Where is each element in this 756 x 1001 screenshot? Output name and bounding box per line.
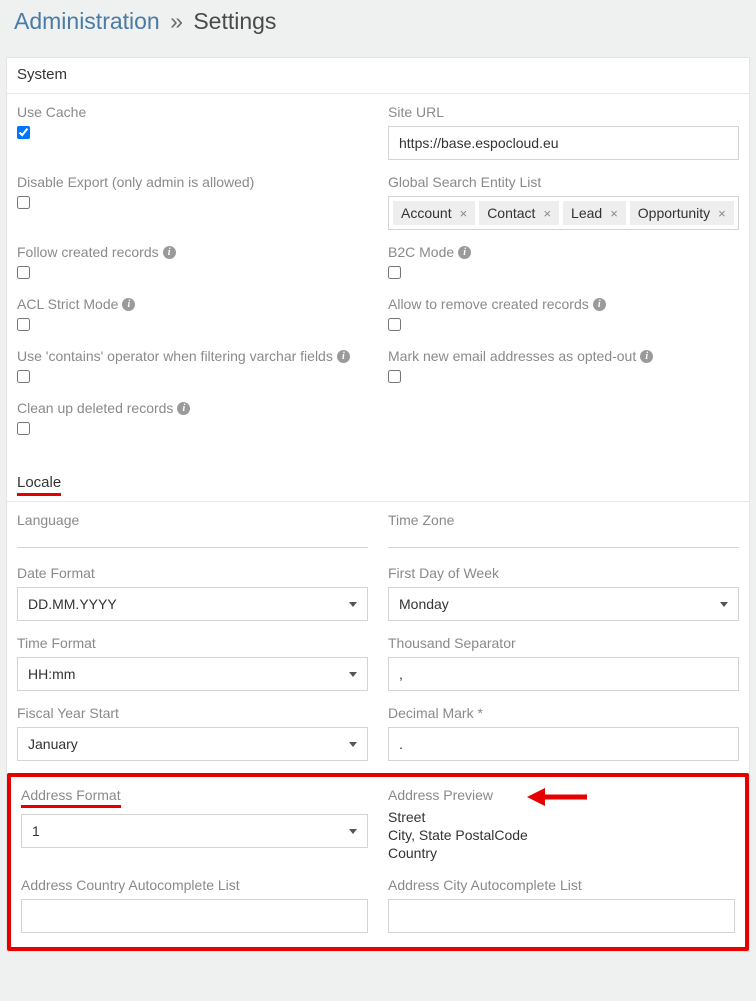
- allow-remove-label-text: Allow to remove created records: [388, 296, 589, 312]
- time-format-select[interactable]: HH:mm: [17, 657, 368, 691]
- site-url-input[interactable]: [388, 126, 739, 160]
- thousand-sep-input[interactable]: [388, 657, 739, 691]
- date-format-select[interactable]: DD.MM.YYYY: [17, 587, 368, 621]
- language-label: Language: [17, 512, 368, 528]
- address-preview: Street City, State PostalCode Country: [388, 809, 735, 861]
- info-icon[interactable]: i: [337, 350, 350, 363]
- b2c-mode-label: B2C Mode i: [388, 244, 739, 260]
- addr-city-auto-input[interactable]: [388, 899, 735, 933]
- acl-strict-label: ACL Strict Mode i: [17, 296, 368, 312]
- locale-title-text: Locale: [17, 474, 61, 496]
- preview-line-city: City, State PostalCode: [388, 827, 735, 843]
- allow-remove-label: Allow to remove created records i: [388, 296, 739, 312]
- contains-op-label: Use 'contains' operator when filtering v…: [17, 348, 368, 364]
- tag-account-label: Account: [401, 205, 452, 221]
- section-body-system: Use Cache Site URL Disable Export (only …: [7, 94, 749, 466]
- acl-strict-checkbox[interactable]: [17, 318, 30, 331]
- section-body-locale: Language Time Zone Date Format DD.MM.YYY…: [7, 502, 749, 761]
- time-format-label: Time Format: [17, 635, 368, 651]
- info-icon[interactable]: i: [640, 350, 653, 363]
- chevron-down-icon: [720, 602, 728, 607]
- clean-deleted-label: Clean up deleted records i: [17, 400, 368, 416]
- mark-opted-label: Mark new email addresses as opted-out i: [388, 348, 739, 364]
- contains-op-label-text: Use 'contains' operator when filtering v…: [17, 348, 333, 364]
- info-icon[interactable]: i: [593, 298, 606, 311]
- address-format-label: Address Format: [21, 787, 368, 808]
- time-format-value: HH:mm: [28, 666, 75, 682]
- section-title-system: System: [7, 58, 749, 94]
- follow-created-checkbox[interactable]: [17, 266, 30, 279]
- tag-contact-label: Contact: [487, 205, 535, 221]
- settings-panel: System Use Cache Site URL Disable Export…: [6, 57, 750, 952]
- preview-line-country: Country: [388, 845, 735, 861]
- admin-link[interactable]: Administration: [14, 8, 160, 34]
- tag-lead[interactable]: Lead ×: [563, 201, 626, 225]
- date-format-value: DD.MM.YYYY: [28, 596, 117, 612]
- site-url-label: Site URL: [388, 104, 739, 120]
- tag-opportunity[interactable]: Opportunity ×: [630, 201, 734, 225]
- tag-account[interactable]: Account ×: [393, 201, 475, 225]
- timezone-input[interactable]: [388, 534, 739, 548]
- language-input[interactable]: [17, 534, 368, 548]
- address-format-value: 1: [32, 823, 40, 839]
- tag-contact[interactable]: Contact ×: [479, 201, 559, 225]
- tag-account-remove-icon[interactable]: ×: [460, 206, 468, 221]
- page-header: Administration » Settings: [0, 0, 756, 57]
- b2c-mode-checkbox[interactable]: [388, 266, 401, 279]
- mark-opted-checkbox[interactable]: [388, 370, 401, 383]
- preview-line-street: Street: [388, 809, 735, 825]
- tag-lead-label: Lead: [571, 205, 602, 221]
- chevron-down-icon: [349, 602, 357, 607]
- tag-contact-remove-icon[interactable]: ×: [543, 206, 551, 221]
- use-cache-checkbox[interactable]: [17, 126, 30, 139]
- acl-strict-label-text: ACL Strict Mode: [17, 296, 118, 312]
- decimal-mark-input[interactable]: [388, 727, 739, 761]
- first-day-value: Monday: [399, 596, 449, 612]
- tag-lead-remove-icon[interactable]: ×: [610, 206, 618, 221]
- follow-created-label-text: Follow created records: [17, 244, 159, 260]
- first-day-select[interactable]: Monday: [388, 587, 739, 621]
- follow-created-label: Follow created records i: [17, 244, 368, 260]
- addr-city-auto-label: Address City Autocomplete List: [388, 877, 735, 893]
- address-format-select[interactable]: 1: [21, 814, 368, 848]
- disable-export-checkbox[interactable]: [17, 196, 30, 209]
- b2c-mode-label-text: B2C Mode: [388, 244, 454, 260]
- date-format-label: Date Format: [17, 565, 368, 581]
- timezone-label: Time Zone: [388, 512, 739, 528]
- first-day-label: First Day of Week: [388, 565, 739, 581]
- global-search-tags[interactable]: Account × Contact × Lead × Opportunity ×: [388, 196, 739, 230]
- global-search-label: Global Search Entity List: [388, 174, 739, 190]
- use-cache-label: Use Cache: [17, 104, 368, 120]
- chevron-down-icon: [349, 829, 357, 834]
- mark-opted-label-text: Mark new email addresses as opted-out: [388, 348, 636, 364]
- contains-op-checkbox[interactable]: [17, 370, 30, 383]
- annotation-highlight: Address Format 1 Address Preview Street …: [7, 773, 749, 951]
- arrow-icon: [527, 785, 587, 809]
- chevron-down-icon: [349, 742, 357, 747]
- disable-export-label: Disable Export (only admin is allowed): [17, 174, 368, 190]
- clean-deleted-checkbox[interactable]: [17, 422, 30, 435]
- tag-opportunity-remove-icon[interactable]: ×: [718, 206, 726, 221]
- info-icon[interactable]: i: [122, 298, 135, 311]
- fiscal-year-value: January: [28, 736, 78, 752]
- clean-deleted-label-text: Clean up deleted records: [17, 400, 173, 416]
- addr-country-auto-input[interactable]: [21, 899, 368, 933]
- tag-opportunity-label: Opportunity: [638, 205, 710, 221]
- fiscal-year-select[interactable]: January: [17, 727, 368, 761]
- info-icon[interactable]: i: [163, 246, 176, 259]
- page-title: Settings: [193, 8, 276, 34]
- chevron-down-icon: [349, 672, 357, 677]
- decimal-mark-label: Decimal Mark *: [388, 705, 739, 721]
- section-title-locale: Locale: [7, 466, 749, 502]
- fiscal-year-label: Fiscal Year Start: [17, 705, 368, 721]
- thousand-sep-label: Thousand Separator: [388, 635, 739, 651]
- address-format-label-text: Address Format: [21, 787, 121, 808]
- addr-country-auto-label: Address Country Autocomplete List: [21, 877, 368, 893]
- allow-remove-checkbox[interactable]: [388, 318, 401, 331]
- info-icon[interactable]: i: [458, 246, 471, 259]
- breadcrumb-separator: »: [170, 8, 183, 34]
- info-icon[interactable]: i: [177, 402, 190, 415]
